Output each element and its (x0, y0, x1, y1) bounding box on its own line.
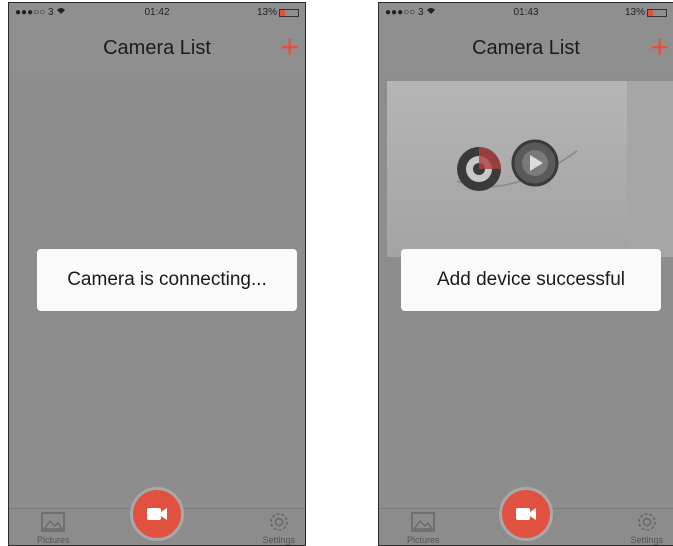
toast-message: Camera is connecting... (37, 249, 297, 311)
camera-icon (516, 508, 536, 520)
camera-thumbnail (387, 81, 627, 257)
tab-pictures-label: Pictures (37, 535, 70, 545)
phone-screen-connecting: ●●●○○ 3 01:42 13% Camera List + Camera i… (8, 2, 306, 546)
settings-gear-icon (637, 513, 656, 531)
battery-icon (647, 8, 667, 17)
pictures-icon (411, 512, 435, 532)
page-title: Camera List (472, 37, 580, 59)
phone-screen-added: ●●●○○ 3 01:43 13% Camera List + Add devi… (378, 2, 673, 546)
settings-gear-icon (269, 513, 288, 531)
tab-settings[interactable]: Settings (630, 511, 663, 545)
tab-pictures[interactable]: Pictures (407, 511, 440, 545)
tab-pictures[interactable]: Pictures (37, 511, 70, 545)
status-bar: ●●●○○ 3 01:43 13% (379, 3, 673, 23)
status-bar: ●●●○○ 3 01:42 13% (9, 3, 305, 23)
play-icon (522, 150, 548, 176)
add-camera-button[interactable]: + (280, 31, 299, 63)
camera-icon (147, 508, 167, 520)
film-reel-icon (456, 139, 578, 191)
pictures-icon (41, 512, 65, 532)
camera-button[interactable] (130, 487, 184, 541)
tab-settings-label: Settings (262, 535, 295, 545)
tab-settings-label: Settings (630, 535, 663, 545)
toast-message: Add device successful (401, 249, 661, 311)
page-title: Camera List (103, 37, 211, 59)
tab-pictures-label: Pictures (407, 535, 440, 545)
camera-button[interactable] (499, 487, 553, 541)
camera-list-item[interactable] (387, 81, 673, 257)
add-camera-button[interactable]: + (650, 31, 669, 63)
tab-settings[interactable]: Settings (262, 511, 295, 545)
battery-indicator: 13% (257, 7, 299, 18)
battery-indicator: 13% (625, 7, 667, 18)
battery-icon (279, 8, 299, 17)
